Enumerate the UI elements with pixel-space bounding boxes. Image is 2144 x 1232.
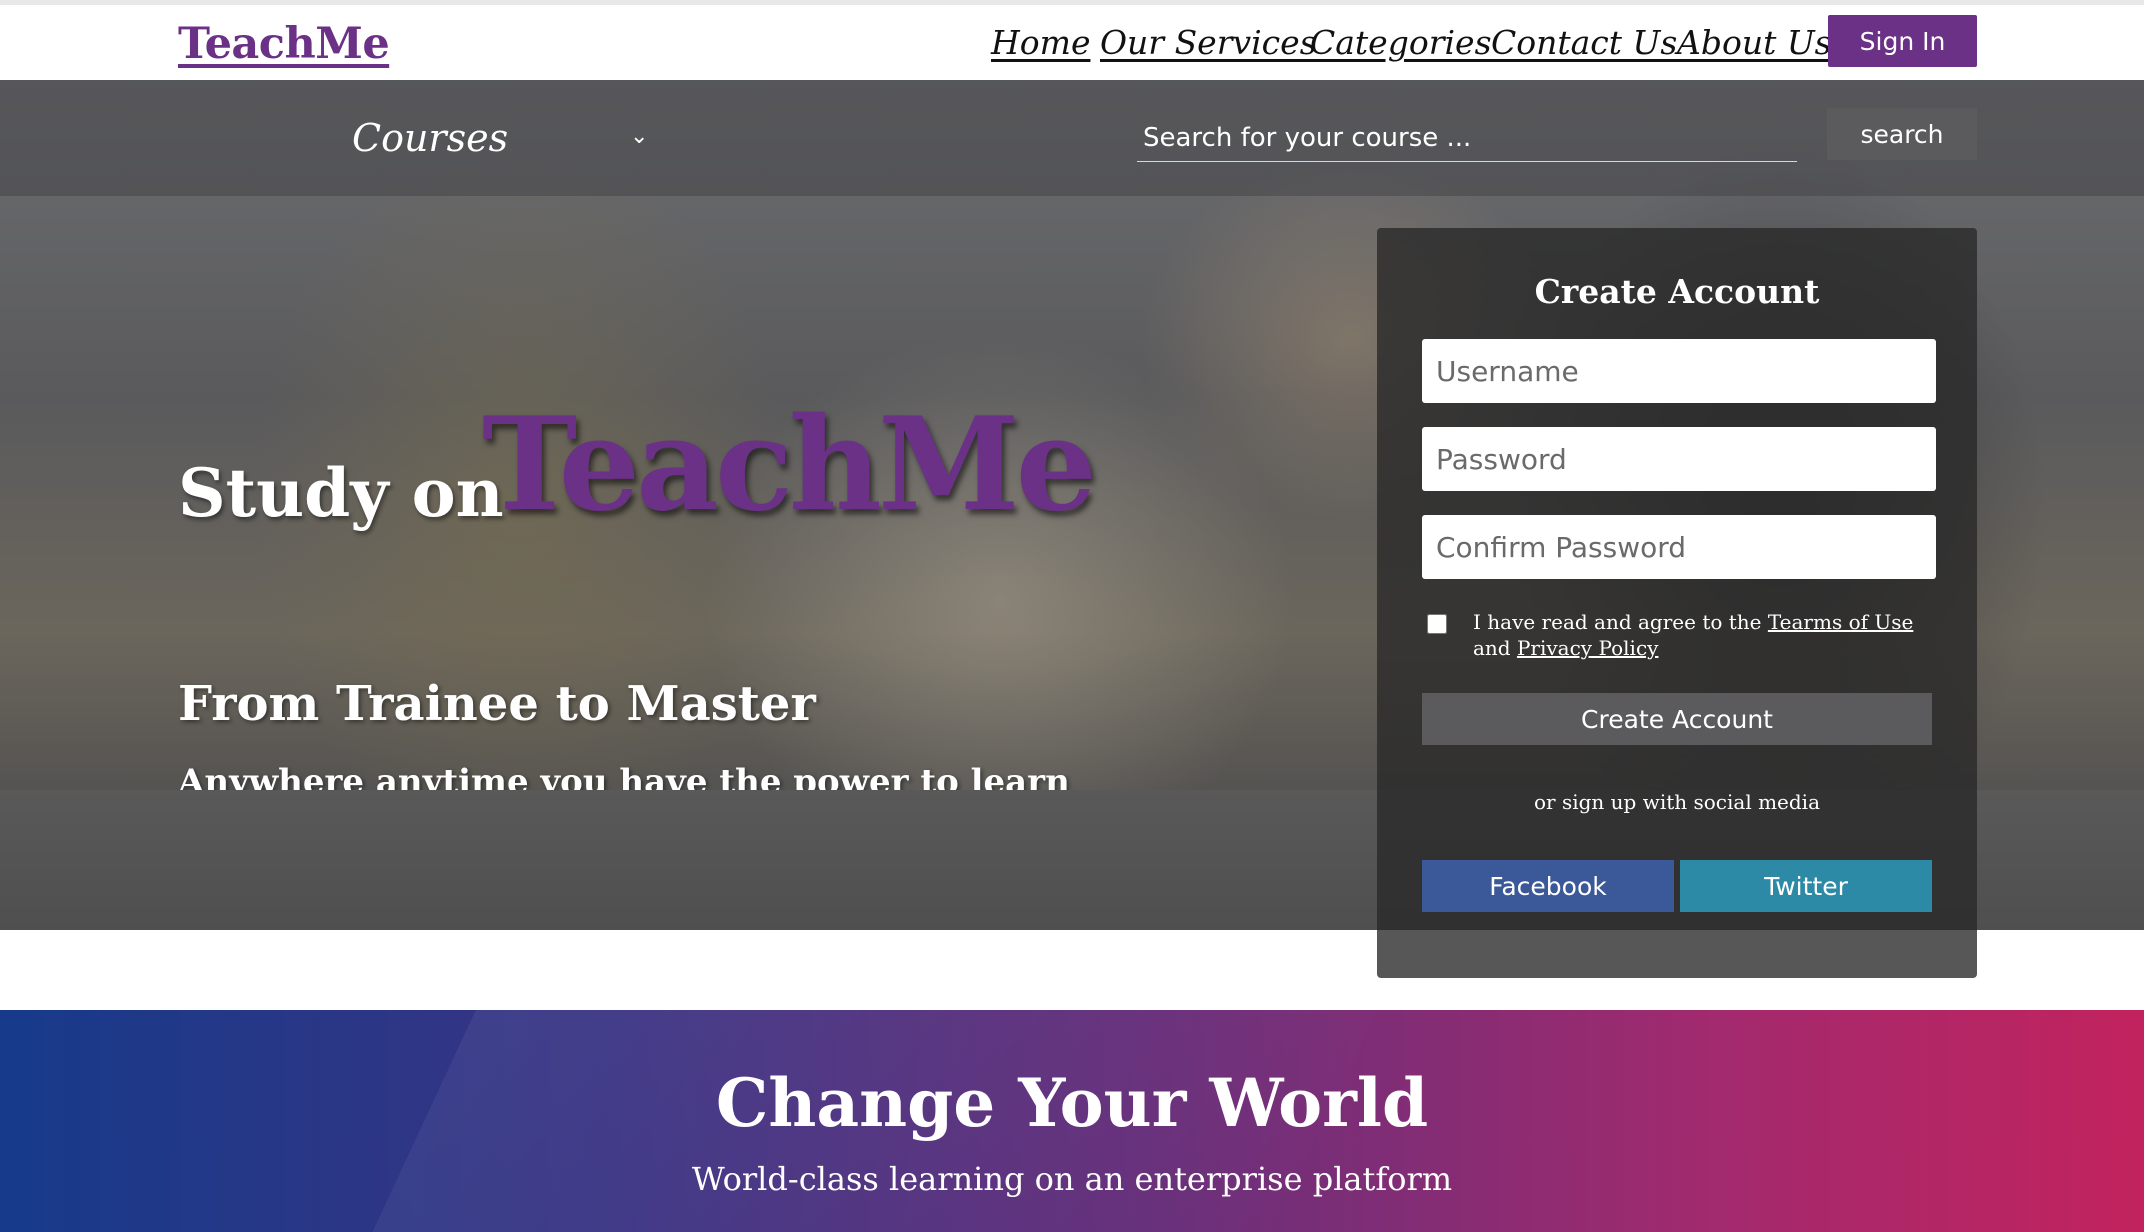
username-field[interactable] bbox=[1422, 339, 1936, 403]
banner-title: Change Your World bbox=[715, 1064, 1429, 1142]
twitter-signup-button[interactable]: Twitter bbox=[1680, 860, 1932, 912]
courses-dropdown[interactable]: Courses bbox=[352, 110, 652, 166]
courses-dropdown-label: Courses bbox=[352, 116, 509, 160]
sign-in-button[interactable]: Sign In bbox=[1828, 15, 1977, 67]
change-your-world-banner: Change Your World World-class learning o… bbox=[0, 1010, 2144, 1232]
privacy-policy-link[interactable]: Privacy Policy bbox=[1517, 636, 1658, 660]
course-search-input[interactable] bbox=[1137, 114, 1797, 162]
nav-link-contact-us[interactable]: Contact Us bbox=[1491, 23, 1677, 62]
confirm-password-field[interactable] bbox=[1422, 515, 1936, 579]
banner-subtitle: World-class learning on an enterprise pl… bbox=[691, 1160, 1453, 1198]
hero-brand-title: TeachMe bbox=[482, 390, 1097, 540]
chevron-down-icon[interactable]: ⌄ bbox=[630, 124, 648, 149]
nav-link-about-us[interactable]: About Us bbox=[1677, 23, 1832, 62]
create-account-form: Create Account I have read and agree to … bbox=[1377, 228, 1977, 978]
agree-prefix: I have read and agree to the bbox=[1473, 610, 1762, 634]
agree-and: and bbox=[1473, 636, 1511, 660]
facebook-signup-button[interactable]: Facebook bbox=[1422, 860, 1674, 912]
terms-of-use-link[interactable]: Tearms of Use bbox=[1768, 610, 1913, 634]
site-logo[interactable]: TeachMe bbox=[178, 19, 390, 69]
create-account-title: Create Account bbox=[1534, 272, 1820, 311]
top-navbar: TeachMe Home Our Services Categories Con… bbox=[0, 0, 2144, 80]
social-signup-text: or sign up with social media bbox=[1534, 790, 1820, 814]
nav-link-our-services[interactable]: Our Services bbox=[1100, 23, 1317, 62]
agree-terms-text: I have read and agree to the Tearms of U… bbox=[1473, 609, 1933, 661]
course-search-bar: Courses ⌄ search bbox=[0, 80, 2144, 196]
search-button[interactable]: search bbox=[1827, 108, 1977, 160]
nav-link-categories[interactable]: Categories bbox=[1310, 23, 1492, 62]
password-field[interactable] bbox=[1422, 427, 1936, 491]
hero-headline: From Trainee to Master bbox=[178, 676, 816, 732]
nav-link-home[interactable]: Home bbox=[991, 23, 1090, 62]
hero-study-on-text: Study on bbox=[178, 454, 504, 532]
create-account-button[interactable]: Create Account bbox=[1422, 693, 1932, 745]
agree-terms-checkbox[interactable] bbox=[1427, 614, 1447, 634]
